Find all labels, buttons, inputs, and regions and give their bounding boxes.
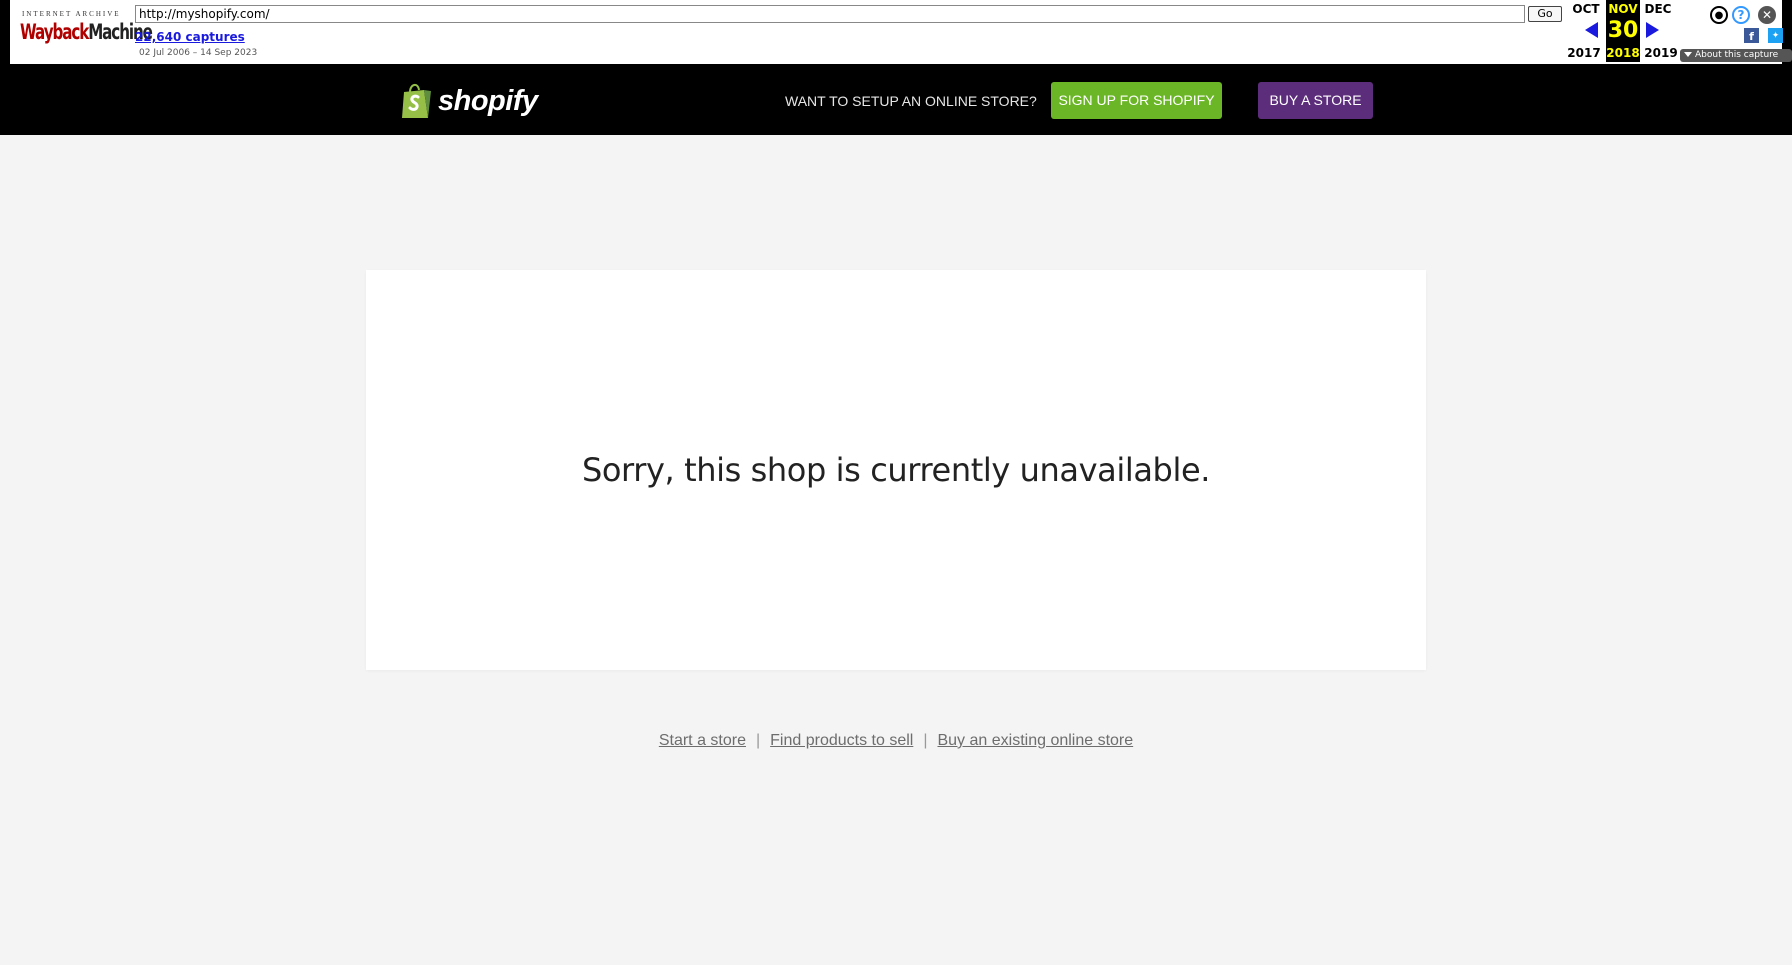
wayback-logo-wordmark: WaybackMachine xyxy=(20,20,153,44)
facebook-icon[interactable]: f xyxy=(1744,28,1759,43)
buy-existing-store-link[interactable]: Buy an existing online store xyxy=(937,732,1133,749)
twitter-icon[interactable]: ✦ xyxy=(1768,28,1783,43)
buy-store-button[interactable]: BUY A STORE xyxy=(1258,82,1373,119)
help-icon[interactable]: ? xyxy=(1732,6,1750,24)
wayback-current-day: 30 xyxy=(1607,18,1639,43)
footer-separator: | xyxy=(923,732,928,749)
shopify-bag-icon xyxy=(402,84,431,118)
wayback-logo-top: INTERNET ARCHIVE xyxy=(22,10,121,18)
next-capture-arrow-icon[interactable] xyxy=(1646,22,1659,38)
shopify-wordmark: shopify xyxy=(438,84,538,117)
footer-links: Start a store | Find products to sell | Buy … xyxy=(0,732,1792,750)
chevron-down-icon xyxy=(1684,52,1692,57)
about-capture-label: About this capture xyxy=(1695,50,1779,60)
prev-capture-arrow-icon[interactable] xyxy=(1585,22,1598,38)
unavailable-message: Sorry, this shop is currently unavailabl… xyxy=(581,451,1211,489)
wayback-current-year: 2018 xyxy=(1606,46,1640,60)
wayback-go-button[interactable]: Go xyxy=(1528,6,1562,22)
wayback-prev-year[interactable]: 2017 xyxy=(1566,46,1602,60)
start-store-link[interactable]: Start a store xyxy=(659,732,746,749)
wayback-next-year[interactable]: 2019 xyxy=(1643,46,1679,60)
wayback-current-month: NOV xyxy=(1608,2,1638,16)
about-capture-button[interactable]: About this capture xyxy=(1680,49,1792,62)
site-header: shopify WANT TO SETUP AN ONLINE STORE? S… xyxy=(0,67,1792,135)
wayback-logo-part1: Wayback xyxy=(20,20,89,44)
sign-up-button[interactable]: SIGN UP FOR SHOPIFY xyxy=(1051,82,1222,119)
wayback-prev-month[interactable]: OCT xyxy=(1568,2,1604,16)
shopify-logo[interactable]: shopify xyxy=(400,81,538,121)
wayback-next-month[interactable]: DEC xyxy=(1640,2,1676,16)
header-cta-text: WANT TO SETUP AN ONLINE STORE? xyxy=(785,93,1037,109)
wayback-toolbar: INTERNET ARCHIVE WaybackMachine Go 22,64… xyxy=(0,0,1792,67)
wayback-captures-link[interactable]: 22,640 captures xyxy=(135,30,245,44)
wayback-date-range: 02 Jul 2006 – 14 Sep 2023 xyxy=(139,48,258,58)
find-products-link[interactable]: Find products to sell xyxy=(770,732,913,749)
close-icon[interactable]: ✕ xyxy=(1758,6,1776,24)
footer-separator: | xyxy=(755,732,761,749)
wayback-logo[interactable]: INTERNET ARCHIVE WaybackMachine xyxy=(20,10,153,50)
wayback-url-input[interactable] xyxy=(135,5,1525,23)
user-icon[interactable]: ● xyxy=(1710,6,1728,24)
main-card: Sorry, this shop is currently unavailabl… xyxy=(366,270,1426,670)
